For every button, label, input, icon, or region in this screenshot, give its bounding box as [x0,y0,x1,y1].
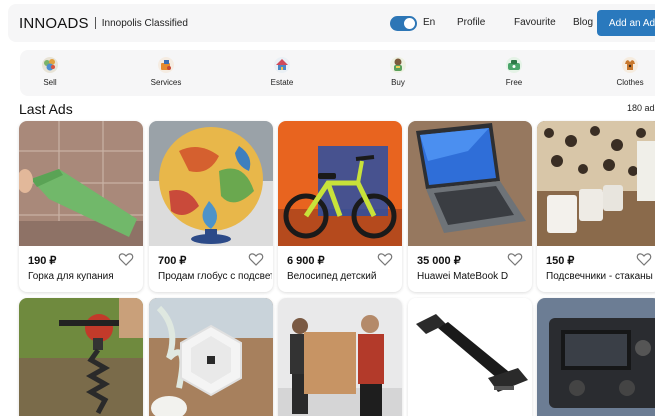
ad-price: 700 ₽ [158,255,187,267]
ad-photo-slide [19,121,143,246]
ad-card[interactable] [537,298,655,416]
ad-title: Huawei MateBook D [417,271,509,282]
ads-count: 180 ads [627,103,655,113]
category-label: Estate [270,78,294,87]
ad-card[interactable]: 35 000 ₽ Huawei MateBook D [408,121,532,292]
ad-photo-movers [278,298,402,416]
ad-photo-car-stereo [537,298,655,416]
ad-title: Подсвечники - стаканы [546,271,653,282]
buy-icon [389,56,407,74]
favorite-heart-icon[interactable] [377,251,393,267]
favorite-heart-icon[interactable] [507,251,523,267]
ad-photo-globe [149,121,273,246]
services-icon [157,56,175,74]
category-bar: Sell Services Estate Buy Free Clothes [20,50,655,96]
ad-photo-riser-cable [408,298,532,416]
ad-card[interactable]: 190 ₽ Горка для купания [19,121,143,292]
category-clothes[interactable]: Clothes [605,56,655,87]
ad-photo-auger [19,298,143,416]
top-header: INNOADS Innopolis Classified En Profile … [8,4,655,42]
category-free[interactable]: Free [489,56,539,87]
ad-price: 6 900 ₽ [287,255,325,267]
nav-blog-link[interactable]: Blog [573,17,593,28]
category-label: Sell [43,78,57,87]
category-services[interactable]: Services [141,56,191,87]
ad-card[interactable] [149,298,273,416]
ad-photo-candle-holders [537,121,655,246]
brand-logo[interactable]: INNOADS [19,15,89,32]
ad-card[interactable] [278,298,402,416]
sell-icon [41,56,59,74]
toggle-knob [404,18,415,29]
ad-card[interactable] [19,298,143,416]
free-icon [505,56,523,74]
favorite-heart-icon[interactable] [118,251,134,267]
ad-card[interactable] [408,298,532,416]
ad-card[interactable]: 700 ₽ Продам глобус с подсветкой [149,121,273,292]
ad-price: 35 000 ₽ [417,255,461,267]
favorite-heart-icon[interactable] [636,251,652,267]
language-label: En [423,17,436,28]
brand-divider [94,17,96,29]
page: INNOADS Innopolis Classified En Profile … [0,0,655,416]
ad-title: Велосипед детский [287,271,377,282]
ad-card[interactable]: 6 900 ₽ Велосипед детский [278,121,402,292]
nav-favourite-link[interactable]: Favourite [514,17,556,28]
favorite-heart-icon[interactable] [248,251,264,267]
category-label: Clothes [616,78,644,87]
ad-title: Горка для купания [28,271,114,282]
nav-profile-link[interactable]: Profile [457,17,485,28]
ad-price: 150 ₽ [546,255,575,267]
category-estate[interactable]: Estate [257,56,307,87]
brand-subtitle: Innopolis Classified [101,17,188,29]
ad-price: 190 ₽ [28,255,57,267]
ad-title: Продам глобус с подсветкой [158,271,272,282]
clothes-icon [621,56,639,74]
category-label: Free [505,78,523,87]
ad-photo-bicycle [278,121,402,246]
language-toggle[interactable] [390,16,417,31]
ad-photo-laptop [408,121,532,246]
ad-photo-hexagon-shelf [149,298,273,416]
category-sell[interactable]: Sell [25,56,75,87]
category-label: Buy [391,78,405,87]
estate-icon [273,56,291,74]
category-buy[interactable]: Buy [373,56,423,87]
add-ad-button[interactable]: Add an Ad [597,10,655,36]
category-label: Services [150,78,182,87]
section-title: Last Ads [19,101,73,117]
ad-card[interactable]: 150 ₽ Подсвечники - стаканы [537,121,655,292]
